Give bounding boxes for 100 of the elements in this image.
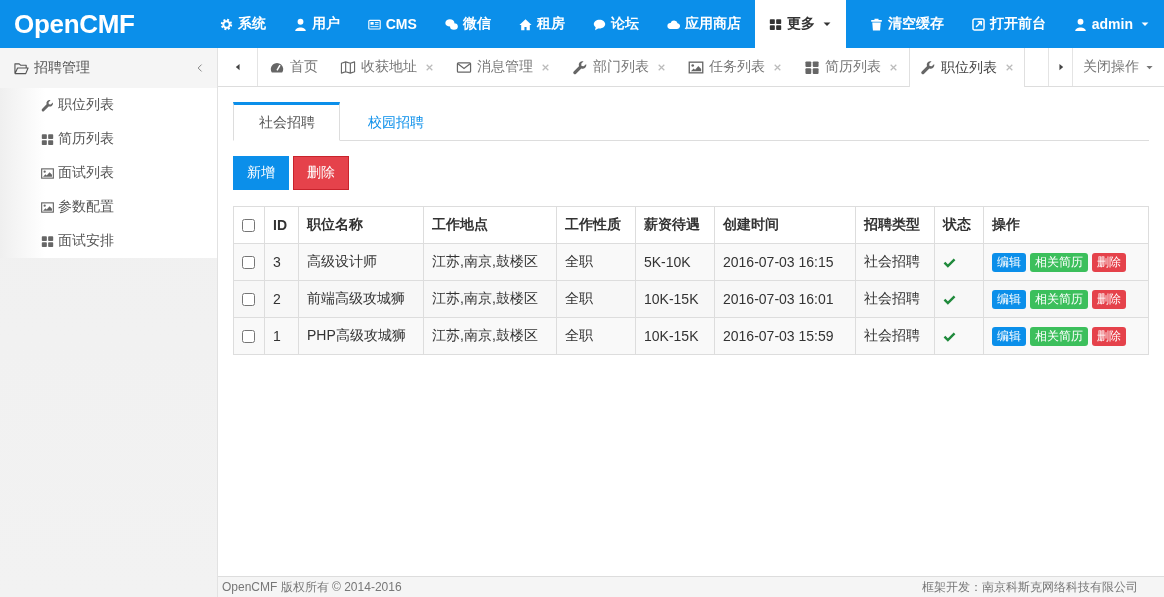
table-cell: 社会招聘 [855,243,935,281]
grid-icon [804,59,820,75]
image-icon [41,166,54,180]
gear-icon [219,17,233,31]
select-all-checkbox[interactable] [242,218,255,232]
row-checkbox[interactable] [242,329,255,343]
logo[interactable]: OpenCMF [14,8,135,40]
page-tab[interactable]: 消息管理 [445,48,561,86]
nav-link[interactable]: 清空缓存 [855,0,958,48]
page-tab[interactable]: 部门列表 [561,48,677,86]
page-tab[interactable]: 任务列表 [677,48,793,86]
table-cell: 江苏,南京,鼓楼区 [423,317,557,355]
home-icon [518,17,532,31]
column-header: 工作性质 [556,206,636,244]
close-icon[interactable] [889,62,898,72]
sidebar-item[interactable]: 面试列表 [0,156,217,190]
folder-icon [14,60,29,76]
column-header: ID [264,206,299,244]
table-cell: 社会招聘 [855,317,935,355]
external-link-icon [971,17,985,31]
wrench-icon [920,60,936,75]
column-header: 状态 [934,206,984,244]
wrench-icon [41,98,54,112]
table-cell: 前端高级攻城狮 [298,280,424,318]
newspaper-icon [367,17,381,31]
map-icon [340,59,356,75]
nav-link[interactable]: 更多 [754,0,846,48]
row-action-button[interactable]: 删除 [1092,326,1126,346]
grid-icon [768,17,782,31]
table-cell: 江苏,南京,鼓楼区 [423,280,557,318]
close-icon[interactable] [425,62,434,72]
user-icon [293,17,307,31]
sidebar-item[interactable]: 职位列表 [0,88,217,122]
table-cell: PHP高级攻城狮 [298,317,424,355]
page-tab[interactable]: 首页 [258,48,329,86]
row-checkbox[interactable] [242,255,255,269]
developer-credit: 框架开发：南京科斯克网络科技有限公司 [922,578,1138,596]
table-cell: 全职 [556,280,636,318]
table-cell: 高级设计师 [298,243,424,281]
nav-link[interactable]: 租房 [504,0,579,48]
row-action-button[interactable]: 相关简历 [1030,252,1088,272]
sidebar-item[interactable]: 面试安排 [0,224,217,258]
nav-link[interactable]: 用户 [279,0,354,48]
row-action-button[interactable]: 删除 [1092,289,1126,309]
trash-icon [869,17,883,31]
row-action-button[interactable]: 编辑 [992,252,1026,272]
row-action-button[interactable]: 相关简历 [1030,326,1088,346]
page-tab[interactable]: 职位列表 [909,48,1025,87]
speech-bubble-icon [592,17,606,31]
column-header: 薪资待遇 [635,206,715,244]
nav-link[interactable]: CMS [353,0,431,48]
action-button[interactable]: 新增 [233,156,289,190]
chevron-left-icon[interactable] [195,63,205,73]
close-icon[interactable] [541,62,550,72]
table-cell: 全职 [556,243,636,281]
close-icon[interactable] [1005,63,1014,72]
table-cell: 2016-07-03 15:59 [714,317,856,355]
grid-icon [41,234,54,248]
nav-link[interactable]: 应用商店 [652,0,755,48]
copyright-text: OpenCMF 版权所有 © 2014-2016 [222,578,402,596]
nav-link[interactable]: 系统 [205,0,280,48]
action-button[interactable]: 删除 [293,156,349,190]
table-cell: 10K-15K [635,280,715,318]
nav-link[interactable]: 论坛 [578,0,653,48]
row-action-button[interactable]: 相关简历 [1030,289,1088,309]
sidebar-item[interactable]: 简历列表 [0,122,217,156]
image-icon [41,200,54,214]
column-header: 创建时间 [714,206,856,244]
user-icon [1073,17,1087,31]
table-cell: 2016-07-03 16:15 [714,243,856,281]
column-header: 操作 [983,206,1149,244]
table-cell: 2016-07-03 16:01 [714,280,856,318]
tab[interactable]: 社会招聘 [233,102,340,141]
tab[interactable]: 校园招聘 [340,102,452,141]
row-action-button[interactable]: 编辑 [992,326,1026,346]
page-tab[interactable]: 简历列表 [793,48,909,86]
table-cell: 全职 [556,317,636,355]
column-header: 工作地点 [423,206,557,244]
column-header: 职位名称 [298,206,424,244]
image-icon [688,59,704,75]
table-cell: 10K-15K [635,317,715,355]
row-action-button[interactable]: 编辑 [992,289,1026,309]
sidebar-item[interactable]: 参数配置 [0,190,217,224]
table-cell: 5K-10K [635,243,715,281]
nav-link[interactable]: 打开前台 [957,0,1060,48]
nav-link[interactable]: 微信 [430,0,505,48]
sidebar-group-header[interactable]: 招聘管理 [0,48,217,88]
nav-link[interactable]: admin [1059,0,1164,48]
table-cell: 社会招聘 [855,280,935,318]
envelope-icon [456,59,472,75]
row-checkbox[interactable] [242,292,255,306]
wrench-icon [572,59,588,75]
grid-icon [41,132,54,146]
chat-bubbles-icon [444,17,458,31]
table-cell: 江苏,南京,鼓楼区 [423,243,557,281]
close-icon[interactable] [657,62,666,72]
column-header: 招聘类型 [855,206,935,244]
row-action-button[interactable]: 删除 [1092,252,1126,272]
close-icon[interactable] [773,62,782,72]
page-tab[interactable]: 收获地址 [329,48,445,86]
